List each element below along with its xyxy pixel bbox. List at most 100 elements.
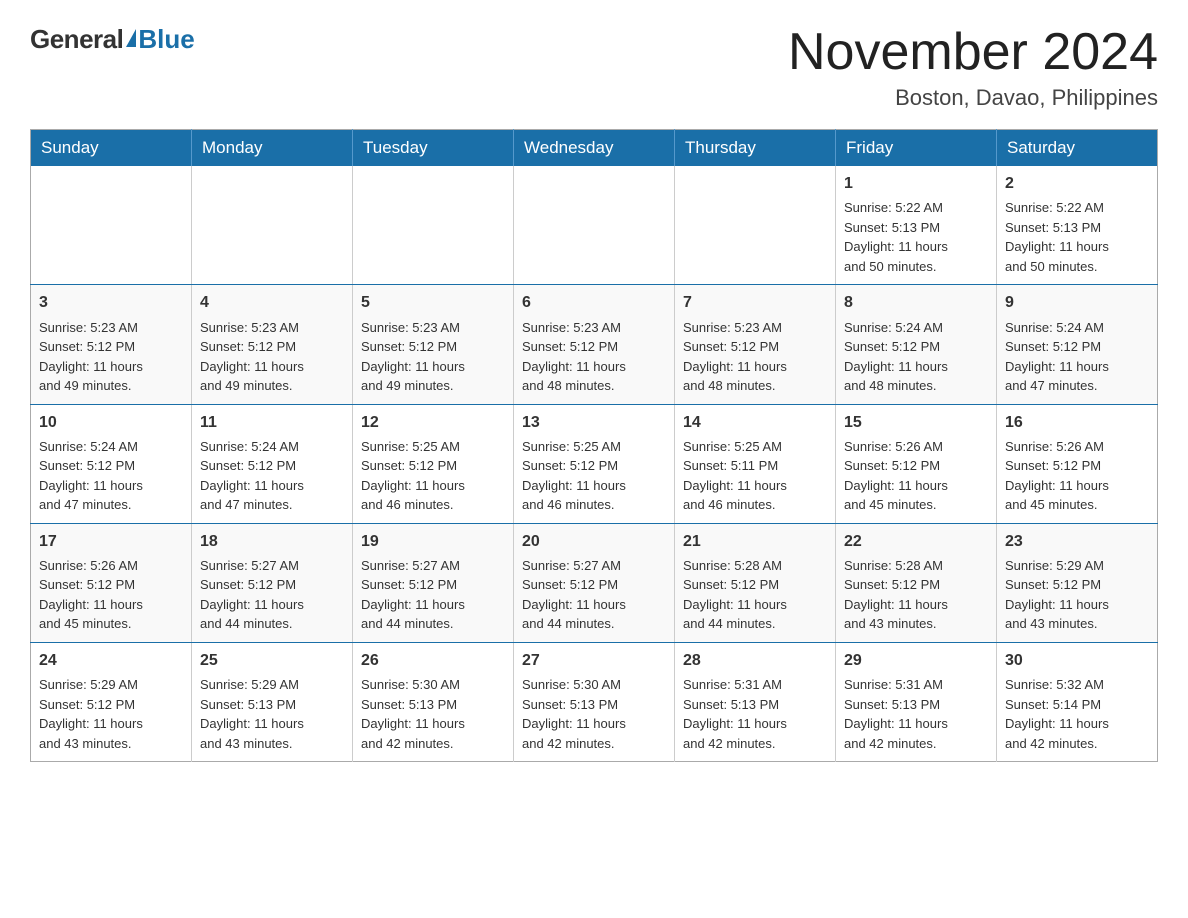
day-number: 19	[361, 530, 505, 553]
day-number: 5	[361, 291, 505, 314]
day-number: 16	[1005, 411, 1149, 434]
day-number: 22	[844, 530, 988, 553]
col-wednesday: Wednesday	[514, 130, 675, 167]
day-number: 29	[844, 649, 988, 672]
header: General Blue November 2024 Boston, Davao…	[30, 24, 1158, 111]
day-info: Sunrise: 5:23 AM Sunset: 5:12 PM Dayligh…	[200, 318, 344, 396]
day-number: 24	[39, 649, 183, 672]
day-number: 8	[844, 291, 988, 314]
calendar-cell: 26 Sunrise: 5:30 AM Sunset: 5:13 PM Dayli…	[353, 642, 514, 761]
day-number: 20	[522, 530, 666, 553]
day-info: Sunrise: 5:31 AM Sunset: 5:13 PM Dayligh…	[683, 675, 827, 753]
col-saturday: Saturday	[997, 130, 1158, 167]
day-number: 11	[200, 411, 344, 434]
day-info: Sunrise: 5:30 AM Sunset: 5:13 PM Dayligh…	[522, 675, 666, 753]
calendar-cell	[514, 166, 675, 285]
calendar-cell: 14 Sunrise: 5:25 AM Sunset: 5:11 PM Dayli…	[675, 404, 836, 523]
calendar-cell: 9Sunrise: 5:24 AM Sunset: 5:12 PM Daylig…	[997, 285, 1158, 404]
logo-blue-text: Blue	[138, 24, 194, 55]
day-info: Sunrise: 5:22 AM Sunset: 5:13 PM Dayligh…	[1005, 198, 1149, 276]
day-info: Sunrise: 5:22 AM Sunset: 5:13 PM Dayligh…	[844, 198, 988, 276]
calendar-week-row: 10 Sunrise: 5:24 AM Sunset: 5:12 PM Dayli…	[31, 404, 1158, 523]
day-info: Sunrise: 5:29 AM Sunset: 5:13 PM Dayligh…	[200, 675, 344, 753]
day-number: 4	[200, 291, 344, 314]
calendar-cell: 30 Sunrise: 5:32 AM Sunset: 5:14 PM Dayli…	[997, 642, 1158, 761]
day-info: Sunrise: 5:25 AM Sunset: 5:12 PM Dayligh…	[361, 437, 505, 515]
calendar-cell	[675, 166, 836, 285]
logo-general-text: General	[30, 24, 123, 55]
calendar-cell	[192, 166, 353, 285]
day-number: 2	[1005, 172, 1149, 195]
calendar-week-row: 3 Sunrise: 5:23 AM Sunset: 5:12 PM Daylig…	[31, 285, 1158, 404]
day-number: 6	[522, 291, 666, 314]
calendar-cell: 29 Sunrise: 5:31 AM Sunset: 5:13 PM Dayli…	[836, 642, 997, 761]
day-info: Sunrise: 5:23 AM Sunset: 5:12 PM Dayligh…	[39, 318, 183, 396]
calendar-cell	[31, 166, 192, 285]
day-number: 10	[39, 411, 183, 434]
day-number: 30	[1005, 649, 1149, 672]
day-info: Sunrise: 5:29 AM Sunset: 5:12 PM Dayligh…	[1005, 556, 1149, 634]
calendar-cell: 3 Sunrise: 5:23 AM Sunset: 5:12 PM Daylig…	[31, 285, 192, 404]
day-number: 13	[522, 411, 666, 434]
calendar-cell: 23 Sunrise: 5:29 AM Sunset: 5:12 PM Dayli…	[997, 523, 1158, 642]
calendar-cell: 1 Sunrise: 5:22 AM Sunset: 5:13 PM Daylig…	[836, 166, 997, 285]
title-block: November 2024 Boston, Davao, Philippines	[788, 24, 1158, 111]
calendar-cell: 5Sunrise: 5:23 AM Sunset: 5:12 PM Daylig…	[353, 285, 514, 404]
day-info: Sunrise: 5:26 AM Sunset: 5:12 PM Dayligh…	[1005, 437, 1149, 515]
logo: General Blue	[30, 24, 195, 55]
day-info: Sunrise: 5:24 AM Sunset: 5:12 PM Dayligh…	[1005, 318, 1149, 396]
calendar-cell: 19 Sunrise: 5:27 AM Sunset: 5:12 PM Dayli…	[353, 523, 514, 642]
day-info: Sunrise: 5:25 AM Sunset: 5:11 PM Dayligh…	[683, 437, 827, 515]
calendar-cell: 20 Sunrise: 5:27 AM Sunset: 5:12 PM Dayli…	[514, 523, 675, 642]
calendar-cell: 13 Sunrise: 5:25 AM Sunset: 5:12 PM Dayli…	[514, 404, 675, 523]
day-info: Sunrise: 5:28 AM Sunset: 5:12 PM Dayligh…	[683, 556, 827, 634]
day-number: 18	[200, 530, 344, 553]
col-friday: Friday	[836, 130, 997, 167]
day-info: Sunrise: 5:30 AM Sunset: 5:13 PM Dayligh…	[361, 675, 505, 753]
day-number: 26	[361, 649, 505, 672]
day-info: Sunrise: 5:29 AM Sunset: 5:12 PM Dayligh…	[39, 675, 183, 753]
day-info: Sunrise: 5:32 AM Sunset: 5:14 PM Dayligh…	[1005, 675, 1149, 753]
page: General Blue November 2024 Boston, Davao…	[0, 0, 1188, 792]
col-thursday: Thursday	[675, 130, 836, 167]
col-monday: Monday	[192, 130, 353, 167]
day-number: 12	[361, 411, 505, 434]
day-number: 23	[1005, 530, 1149, 553]
calendar-cell: 18Sunrise: 5:27 AM Sunset: 5:12 PM Dayli…	[192, 523, 353, 642]
day-number: 28	[683, 649, 827, 672]
calendar-cell: 12 Sunrise: 5:25 AM Sunset: 5:12 PM Dayli…	[353, 404, 514, 523]
calendar-cell: 11Sunrise: 5:24 AM Sunset: 5:12 PM Dayli…	[192, 404, 353, 523]
calendar-cell: 21 Sunrise: 5:28 AM Sunset: 5:12 PM Dayli…	[675, 523, 836, 642]
day-number: 14	[683, 411, 827, 434]
day-info: Sunrise: 5:27 AM Sunset: 5:12 PM Dayligh…	[361, 556, 505, 634]
calendar-week-row: 24 Sunrise: 5:29 AM Sunset: 5:12 PM Dayli…	[31, 642, 1158, 761]
day-info: Sunrise: 5:26 AM Sunset: 5:12 PM Dayligh…	[39, 556, 183, 634]
day-info: Sunrise: 5:31 AM Sunset: 5:13 PM Dayligh…	[844, 675, 988, 753]
calendar-cell: 28 Sunrise: 5:31 AM Sunset: 5:13 PM Dayli…	[675, 642, 836, 761]
day-number: 25	[200, 649, 344, 672]
calendar-cell: 4 Sunrise: 5:23 AM Sunset: 5:12 PM Daylig…	[192, 285, 353, 404]
day-info: Sunrise: 5:24 AM Sunset: 5:12 PM Dayligh…	[844, 318, 988, 396]
calendar-cell: 6Sunrise: 5:23 AM Sunset: 5:12 PM Daylig…	[514, 285, 675, 404]
calendar-week-row: 1 Sunrise: 5:22 AM Sunset: 5:13 PM Daylig…	[31, 166, 1158, 285]
calendar-cell: 24 Sunrise: 5:29 AM Sunset: 5:12 PM Dayli…	[31, 642, 192, 761]
day-number: 15	[844, 411, 988, 434]
location-title: Boston, Davao, Philippines	[788, 85, 1158, 111]
col-sunday: Sunday	[31, 130, 192, 167]
calendar-cell: 7Sunrise: 5:23 AM Sunset: 5:12 PM Daylig…	[675, 285, 836, 404]
calendar-table: Sunday Monday Tuesday Wednesday Thursday…	[30, 129, 1158, 762]
calendar-cell: 8 Sunrise: 5:24 AM Sunset: 5:12 PM Daylig…	[836, 285, 997, 404]
day-info: Sunrise: 5:28 AM Sunset: 5:12 PM Dayligh…	[844, 556, 988, 634]
calendar-week-row: 17Sunrise: 5:26 AM Sunset: 5:12 PM Dayli…	[31, 523, 1158, 642]
day-info: Sunrise: 5:26 AM Sunset: 5:12 PM Dayligh…	[844, 437, 988, 515]
calendar-header-row: Sunday Monday Tuesday Wednesday Thursday…	[31, 130, 1158, 167]
day-info: Sunrise: 5:25 AM Sunset: 5:12 PM Dayligh…	[522, 437, 666, 515]
day-number: 1	[844, 172, 988, 195]
calendar-cell: 25 Sunrise: 5:29 AM Sunset: 5:13 PM Dayli…	[192, 642, 353, 761]
day-info: Sunrise: 5:27 AM Sunset: 5:12 PM Dayligh…	[522, 556, 666, 634]
day-number: 21	[683, 530, 827, 553]
logo-triangle-icon	[126, 29, 136, 47]
day-number: 27	[522, 649, 666, 672]
day-number: 3	[39, 291, 183, 314]
day-info: Sunrise: 5:24 AM Sunset: 5:12 PM Dayligh…	[39, 437, 183, 515]
